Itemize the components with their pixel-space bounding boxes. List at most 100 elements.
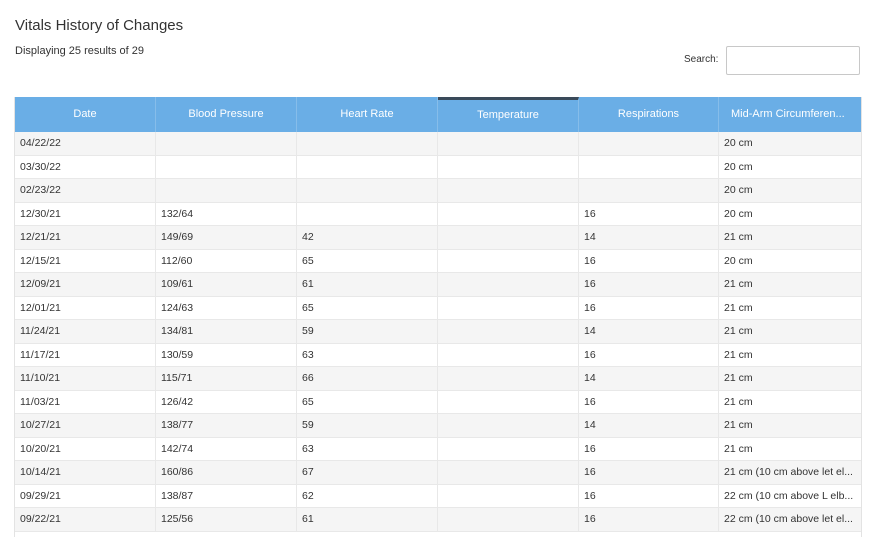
table-row[interactable]: 11/10/21 115/71 66 14 21 cm [15, 367, 861, 391]
table-row[interactable]: 11/03/21 126/42 65 16 21 cm [15, 390, 861, 414]
table-row[interactable]: 02/23/22 20 cm [15, 179, 861, 203]
cell-mid-arm-circumference: 20 cm [724, 207, 753, 220]
table-row[interactable]: 12/30/21 132/64 16 20 cm [15, 202, 861, 226]
cell-mid-arm-circumference: 20 cm [724, 137, 753, 149]
cell-mid-arm-circumference: 20 cm [724, 254, 753, 267]
cell-mid-arm-circumference: 20 cm [724, 184, 753, 196]
cell-heart-rate: 63 [297, 343, 438, 366]
cell-blood-pressure: 138/77 [156, 414, 297, 437]
column-header-mid-arm-circumference[interactable]: Mid-Arm Circumferen... [719, 97, 861, 132]
cell-respirations: 16 [579, 437, 719, 460]
cell-heart-rate: 42 [297, 226, 438, 249]
cell-respirations: 14 [579, 414, 719, 437]
table-row[interactable]: 12/21/21 149/69 42 14 21 cm [15, 226, 861, 250]
cell-date: 09/22/21 [15, 508, 156, 531]
table-row[interactable]: 09/29/21 138/87 62 16 22 cm (10 cm above L e… [15, 484, 861, 508]
cell-respirations: 16 [579, 202, 719, 225]
cell-mid-arm-circumference: 21 cm [724, 372, 753, 384]
column-header-blood-pressure[interactable]: Blood Pressure [156, 97, 297, 132]
table-row[interactable]: 11/24/21 134/81 59 14 21 cm [15, 320, 861, 344]
table-row[interactable]: 04/22/22 20 cm [15, 132, 861, 156]
table-row[interactable]: 10/27/21 138/77 59 14 21 cm [15, 414, 861, 438]
cell-blood-pressure: 115/71 [156, 367, 297, 390]
cell-mid-arm-circumference: 21 cm [724, 419, 753, 431]
cell-temperature [438, 179, 579, 202]
cell-heart-rate [297, 202, 438, 225]
cell-respirations [579, 155, 719, 178]
cell-temperature [438, 202, 579, 225]
cell-respirations [579, 179, 719, 202]
table-body: 04/22/22 20 cm 03/30/22 20 cm 02/23/22 20 cm 1… [15, 132, 861, 532]
cell-temperature [438, 296, 579, 319]
cell-heart-rate: 67 [297, 461, 438, 484]
cell-respirations: 16 [579, 249, 719, 272]
search-input[interactable] [726, 46, 860, 75]
cell-respirations: 16 [579, 390, 719, 413]
table-header: Date Blood Pressure Heart Rate Temperatu… [15, 97, 861, 132]
cell-blood-pressure: 160/86 [156, 461, 297, 484]
cell-respirations: 16 [579, 508, 719, 531]
cell-blood-pressure: 142/74 [156, 437, 297, 460]
table-row[interactable]: 09/22/21 125/56 61 16 22 cm (10 cm above let… [15, 508, 861, 532]
cell-mid-arm-circumference: 22 cm (10 cm above let el... [724, 513, 853, 525]
page-title: Vitals History of Changes [15, 17, 184, 34]
column-header-date[interactable]: Date [15, 97, 156, 132]
cell-date: 03/30/22 [15, 155, 156, 178]
cell-respirations: 14 [579, 367, 719, 390]
cell-blood-pressure: 126/42 [156, 390, 297, 413]
cell-date: 10/14/21 [15, 461, 156, 484]
cell-temperature [438, 461, 579, 484]
cell-date: 11/10/21 [15, 367, 156, 390]
cell-respirations: 14 [579, 226, 719, 249]
cell-date: 12/30/21 [15, 202, 156, 225]
cell-blood-pressure: 130/59 [156, 343, 297, 366]
cell-date: 02/23/22 [15, 179, 156, 202]
cell-date: 04/22/22 [15, 132, 156, 155]
cell-respirations: 14 [579, 320, 719, 343]
cell-respirations: 16 [579, 296, 719, 319]
column-header-temperature[interactable]: Temperature [438, 97, 579, 132]
cell-temperature [438, 484, 579, 507]
cell-mid-arm-circumference: 21 cm (10 cm above let el... [724, 466, 853, 478]
cell-respirations: 16 [579, 484, 719, 507]
cell-blood-pressure: 132/64 [156, 202, 297, 225]
cell-respirations: 16 [579, 461, 719, 484]
column-header-heart-rate[interactable]: Heart Rate [297, 97, 438, 132]
cell-heart-rate [297, 132, 438, 155]
cell-temperature [438, 367, 579, 390]
cell-date: 12/15/21 [15, 249, 156, 272]
table-row[interactable]: 12/15/21 112/60 65 16 20 cm [15, 249, 861, 273]
cell-date: 12/09/21 [15, 273, 156, 296]
cell-mid-arm-circumference: 20 cm [724, 160, 753, 173]
cell-heart-rate: 63 [297, 437, 438, 460]
cell-blood-pressure [156, 132, 297, 155]
cell-heart-rate: 65 [297, 296, 438, 319]
results-count: Displaying 25 results of 29 [15, 45, 145, 57]
cell-temperature [438, 226, 579, 249]
cell-date: 12/21/21 [15, 226, 156, 249]
cell-date: 11/03/21 [15, 390, 156, 413]
cell-mid-arm-circumference: 21 cm [724, 442, 753, 455]
search-label: Search: [684, 54, 719, 65]
table-row[interactable]: 11/17/21 130/59 63 16 21 cm [15, 343, 861, 367]
cell-temperature [438, 414, 579, 437]
cell-temperature [438, 508, 579, 531]
cell-blood-pressure [156, 155, 297, 178]
cell-blood-pressure: 112/60 [156, 249, 297, 272]
cell-mid-arm-circumference: 21 cm [724, 278, 753, 290]
column-header-respirations[interactable]: Respirations [579, 97, 719, 132]
table-row[interactable]: 03/30/22 20 cm [15, 155, 861, 179]
cell-heart-rate: 65 [297, 390, 438, 413]
cell-heart-rate: 65 [297, 249, 438, 272]
cell-date: 11/17/21 [15, 343, 156, 366]
table-row[interactable]: 10/14/21 160/86 67 16 21 cm (10 cm above let… [15, 461, 861, 485]
cell-mid-arm-circumference: 22 cm (10 cm above L elb... [724, 489, 854, 502]
vitals-history-table: Date Blood Pressure Heart Rate Temperatu… [14, 97, 862, 537]
table-row[interactable]: 10/20/21 142/74 63 16 21 cm [15, 437, 861, 461]
cell-heart-rate [297, 155, 438, 178]
table-row[interactable]: 12/09/21 109/61 61 16 21 cm [15, 273, 861, 297]
cell-blood-pressure: 124/63 [156, 296, 297, 319]
cell-blood-pressure: 138/87 [156, 484, 297, 507]
table-row[interactable]: 12/01/21 124/63 65 16 21 cm [15, 296, 861, 320]
cell-date: 12/01/21 [15, 296, 156, 319]
